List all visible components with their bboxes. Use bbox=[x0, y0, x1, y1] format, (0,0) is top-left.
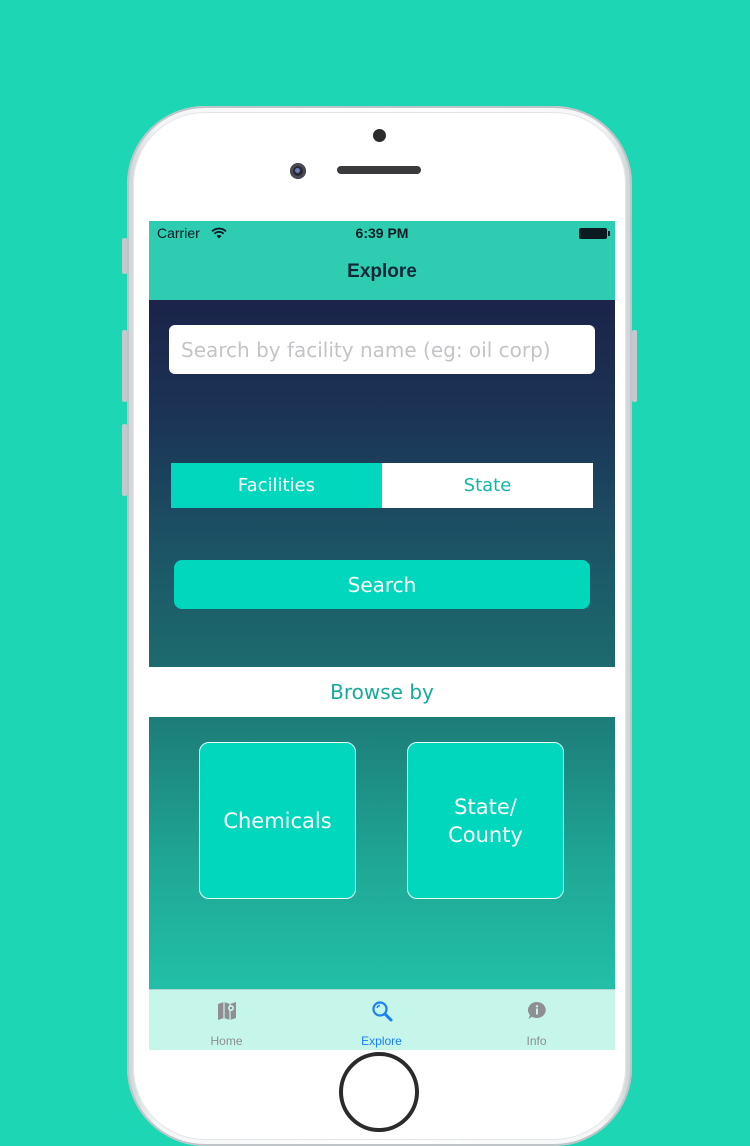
navigation-bar: Explore bbox=[149, 247, 615, 300]
info-bubble-icon bbox=[459, 1000, 614, 1024]
segment-facilities[interactable]: Facilities bbox=[171, 463, 382, 508]
search-button[interactable]: Search bbox=[174, 560, 590, 609]
battery-icon bbox=[579, 228, 610, 239]
map-icon bbox=[149, 1000, 304, 1024]
app-screen: Carrier 6:39 PM Explore Facilities State… bbox=[149, 221, 615, 1050]
browse-state-county-tile[interactable]: State/ County bbox=[407, 742, 564, 899]
tab-bar: Home Explore Info bbox=[149, 989, 615, 1050]
search-type-segmented-control: Facilities State bbox=[171, 463, 593, 508]
status-time: 6:39 PM bbox=[355, 225, 409, 241]
volume-up-button bbox=[122, 330, 127, 402]
segment-state[interactable]: State bbox=[382, 463, 593, 508]
tab-info-label: Info bbox=[526, 1034, 547, 1048]
search-section: Facilities State Search bbox=[149, 300, 615, 667]
home-button[interactable] bbox=[339, 1052, 419, 1132]
browse-chemicals-tile[interactable]: Chemicals bbox=[199, 742, 356, 899]
page-title: Explore bbox=[347, 261, 417, 282]
tab-explore-label: Explore bbox=[361, 1034, 402, 1048]
tab-info[interactable]: Info bbox=[459, 990, 614, 1050]
earpiece-speaker bbox=[337, 166, 421, 174]
tab-home-label: Home bbox=[210, 1034, 243, 1048]
status-bar: Carrier 6:39 PM bbox=[149, 221, 615, 247]
browse-by-header: Browse by bbox=[149, 667, 615, 717]
tab-explore[interactable]: Explore bbox=[304, 990, 459, 1050]
mute-switch bbox=[122, 238, 127, 274]
volume-down-button bbox=[122, 424, 127, 496]
front-camera bbox=[290, 163, 306, 179]
browse-section: Chemicals State/ County bbox=[149, 717, 615, 989]
power-button bbox=[632, 330, 637, 402]
facility-search-input[interactable] bbox=[169, 325, 595, 374]
search-icon bbox=[304, 1000, 459, 1024]
proximity-sensor bbox=[373, 129, 386, 142]
tab-home[interactable]: Home bbox=[149, 990, 304, 1050]
